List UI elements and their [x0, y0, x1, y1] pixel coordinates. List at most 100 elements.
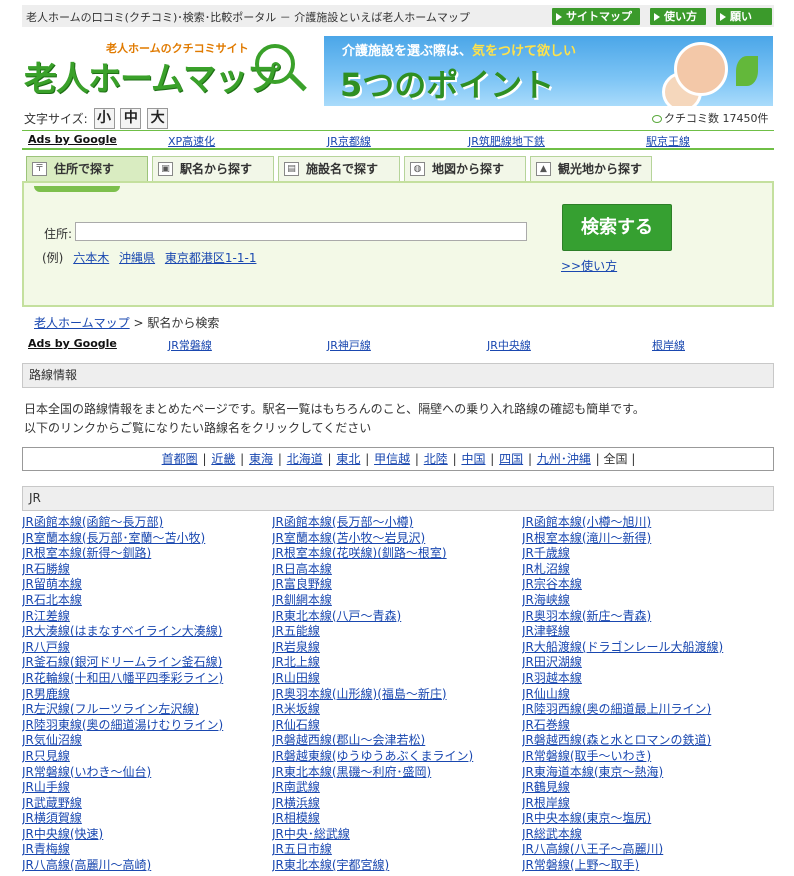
jr-line-link[interactable]: JR釜石線(銀河ドリームライン釜石線): [22, 655, 272, 671]
jr-line-link[interactable]: JR函館本線(長万部～小樽): [272, 515, 522, 531]
jr-line-link[interactable]: JR室蘭本線(長万部･室蘭～苫小牧): [22, 531, 272, 547]
jr-line-link[interactable]: JR江差線: [22, 609, 272, 625]
tab-station[interactable]: ▣ 駅名から探す: [152, 156, 274, 181]
jr-line-link[interactable]: JR磐越西線(郡山～会津若松): [272, 733, 522, 749]
jr-line-link[interactable]: JR留萌本線: [22, 577, 272, 593]
jr-line-link[interactable]: JR釧網本線: [272, 593, 522, 609]
jr-line-link[interactable]: JR富良野線: [272, 577, 522, 593]
jr-line-link[interactable]: JR東海道本線(東京～熱海): [522, 765, 772, 781]
jr-line-link[interactable]: JR中央･総武線: [272, 827, 522, 843]
jr-line-link[interactable]: JR田沢湖線: [522, 655, 772, 671]
region-link[interactable]: 中国: [461, 452, 485, 466]
promo-banner[interactable]: 介護施設を選ぶ際は、気をつけて欲しい 5つのポイント: [324, 36, 773, 106]
jr-line-link[interactable]: JR相模線: [272, 811, 522, 827]
ad-link[interactable]: JR筑肥線地下鉄: [468, 133, 545, 149]
jr-line-link[interactable]: JR津軽線: [522, 624, 772, 640]
jr-line-link[interactable]: JR磐越東線(ゆうゆうあぶくまライン): [272, 749, 522, 765]
region-link[interactable]: 四国: [499, 452, 523, 466]
jr-line-link[interactable]: JR千歳線: [522, 546, 772, 562]
jr-line-link[interactable]: JR仙石線: [272, 718, 522, 734]
jr-line-link[interactable]: JR仙山線: [522, 687, 772, 703]
jr-line-link[interactable]: JR青梅線: [22, 842, 272, 858]
ad-link[interactable]: JR常磐線: [168, 337, 212, 353]
jr-line-link[interactable]: JR根室本線(滝川～新得): [522, 531, 772, 547]
jr-line-link[interactable]: JR八高線(八王子～高麗川): [522, 842, 772, 858]
tab-map[interactable]: ◍ 地図から探す: [404, 156, 526, 181]
address-input[interactable]: [75, 222, 527, 241]
ads-by-google-label[interactable]: Ads by Google: [28, 133, 117, 146]
ad-link[interactable]: JR中央線: [487, 337, 531, 353]
ad-link[interactable]: JR京都線: [327, 133, 371, 149]
jr-line-link[interactable]: JR米坂線: [272, 702, 522, 718]
jr-line-link[interactable]: JR大湊線(はまなすベイライン大湊線): [22, 624, 272, 640]
ads-by-google-label[interactable]: Ads by Google: [28, 337, 117, 350]
jr-line-link[interactable]: JR陸羽西線(奥の細道最上川ライン): [522, 702, 772, 718]
jr-line-link[interactable]: JR五能線: [272, 624, 522, 640]
jr-line-link[interactable]: JR根岸線: [522, 796, 772, 812]
jr-line-link[interactable]: JR函館本線(函館～長万部): [22, 515, 272, 531]
jr-line-link[interactable]: JR常磐線(取手～いわき): [522, 749, 772, 765]
jr-line-link[interactable]: JR磐越西線(森と水とロマンの鉄道): [522, 733, 772, 749]
jr-line-link[interactable]: JR室蘭本線(苫小牧～岩見沢): [272, 531, 522, 547]
example-link[interactable]: 六本木: [73, 251, 109, 265]
ad-link[interactable]: 駅京王線: [646, 133, 690, 149]
breadcrumb-home-link[interactable]: 老人ホームマップ: [34, 316, 130, 330]
jr-line-link[interactable]: JR羽越本線: [522, 671, 772, 687]
jr-line-link[interactable]: JR石巻線: [522, 718, 772, 734]
jr-line-link[interactable]: JR札沼線: [522, 562, 772, 578]
jr-line-link[interactable]: JR総武本線: [522, 827, 772, 843]
jr-line-link[interactable]: JR根室本線(花咲線)(釧路～根室): [272, 546, 522, 562]
jr-line-link[interactable]: JR石北本線: [22, 593, 272, 609]
jr-line-link[interactable]: JR八高線(高麗川～高崎): [22, 858, 272, 874]
howto-button[interactable]: 使い方: [650, 8, 706, 25]
jr-line-link[interactable]: JR北上線: [272, 655, 522, 671]
jr-line-link[interactable]: JR花輪線(十和田八幡平四季彩ライン): [22, 671, 272, 687]
ad-link[interactable]: 根岸線: [652, 337, 685, 353]
jr-line-link[interactable]: JR只見線: [22, 749, 272, 765]
region-link[interactable]: 東海: [249, 452, 273, 466]
jr-line-link[interactable]: JR宗谷本線: [522, 577, 772, 593]
jr-line-link[interactable]: JR常磐線(上野～取手): [522, 858, 772, 874]
region-link[interactable]: 北陸: [424, 452, 448, 466]
howto-link[interactable]: >>使い方: [561, 257, 617, 274]
jr-line-link[interactable]: JR中央本線(東京～塩尻): [522, 811, 772, 827]
jr-line-link[interactable]: JR中央線(快速): [22, 827, 272, 843]
region-link[interactable]: 九州･沖縄: [537, 452, 591, 466]
jr-line-link[interactable]: JR函館本線(小樽～旭川): [522, 515, 772, 531]
tab-facility[interactable]: ▤ 施設名で探す: [278, 156, 400, 181]
jr-line-link[interactable]: JR岩泉線: [272, 640, 522, 656]
jr-line-link[interactable]: JR山田線: [272, 671, 522, 687]
jr-line-link[interactable]: JR武蔵野線: [22, 796, 272, 812]
jr-line-link[interactable]: JR大船渡線(ドラゴンレール大船渡線): [522, 640, 772, 656]
example-link[interactable]: 東京都港区1-1-1: [165, 251, 257, 265]
jr-line-link[interactable]: JR五日市線: [272, 842, 522, 858]
region-link[interactable]: 首都圏: [162, 452, 198, 466]
site-logo[interactable]: 老人ホームのクチコミサイト 老人ホームマップ: [22, 36, 307, 108]
jr-line-link[interactable]: JR南武線: [272, 780, 522, 796]
jr-line-link[interactable]: JR奥羽本線(山形線)(福島～新庄): [272, 687, 522, 703]
region-link[interactable]: 東北: [336, 452, 360, 466]
tab-sightseeing[interactable]: ▲ 観光地から探す: [530, 156, 652, 181]
region-link[interactable]: 近畿: [211, 452, 235, 466]
ad-link[interactable]: JR神戸線: [327, 337, 371, 353]
ad-link[interactable]: XP高速化: [168, 133, 215, 149]
jr-line-link[interactable]: JR男鹿線: [22, 687, 272, 703]
jr-line-link[interactable]: JR日高本線: [272, 562, 522, 578]
font-size-medium-button[interactable]: 中: [120, 108, 142, 129]
region-link[interactable]: 甲信越: [374, 452, 410, 466]
jr-line-link[interactable]: JR陸羽東線(奥の細道湯けむりライン): [22, 718, 272, 734]
jr-line-link[interactable]: JR根室本線(新得～釧路): [22, 546, 272, 562]
jr-line-link[interactable]: JR奥羽本線(新庄～青森): [522, 609, 772, 625]
jr-line-link[interactable]: JR東北本線(宇都宮線): [272, 858, 522, 874]
tab-address[interactable]: 〒住所で探す: [26, 156, 148, 181]
jr-line-link[interactable]: JR左沢線(フルーツライン左沢線): [22, 702, 272, 718]
jr-line-link[interactable]: JR海峡線: [522, 593, 772, 609]
jr-line-link[interactable]: JR石勝線: [22, 562, 272, 578]
sitemap-button[interactable]: サイトマップ: [552, 8, 640, 25]
jr-line-link[interactable]: JR常磐線(いわき～仙台): [22, 765, 272, 781]
jr-line-link[interactable]: JR東北本線(黒磯～利府･盛岡): [272, 765, 522, 781]
search-button[interactable]: 検索する: [562, 204, 672, 251]
jr-line-link[interactable]: JR横浜線: [272, 796, 522, 812]
jr-line-link[interactable]: JR横須賀線: [22, 811, 272, 827]
request-button[interactable]: 願い: [716, 8, 772, 25]
